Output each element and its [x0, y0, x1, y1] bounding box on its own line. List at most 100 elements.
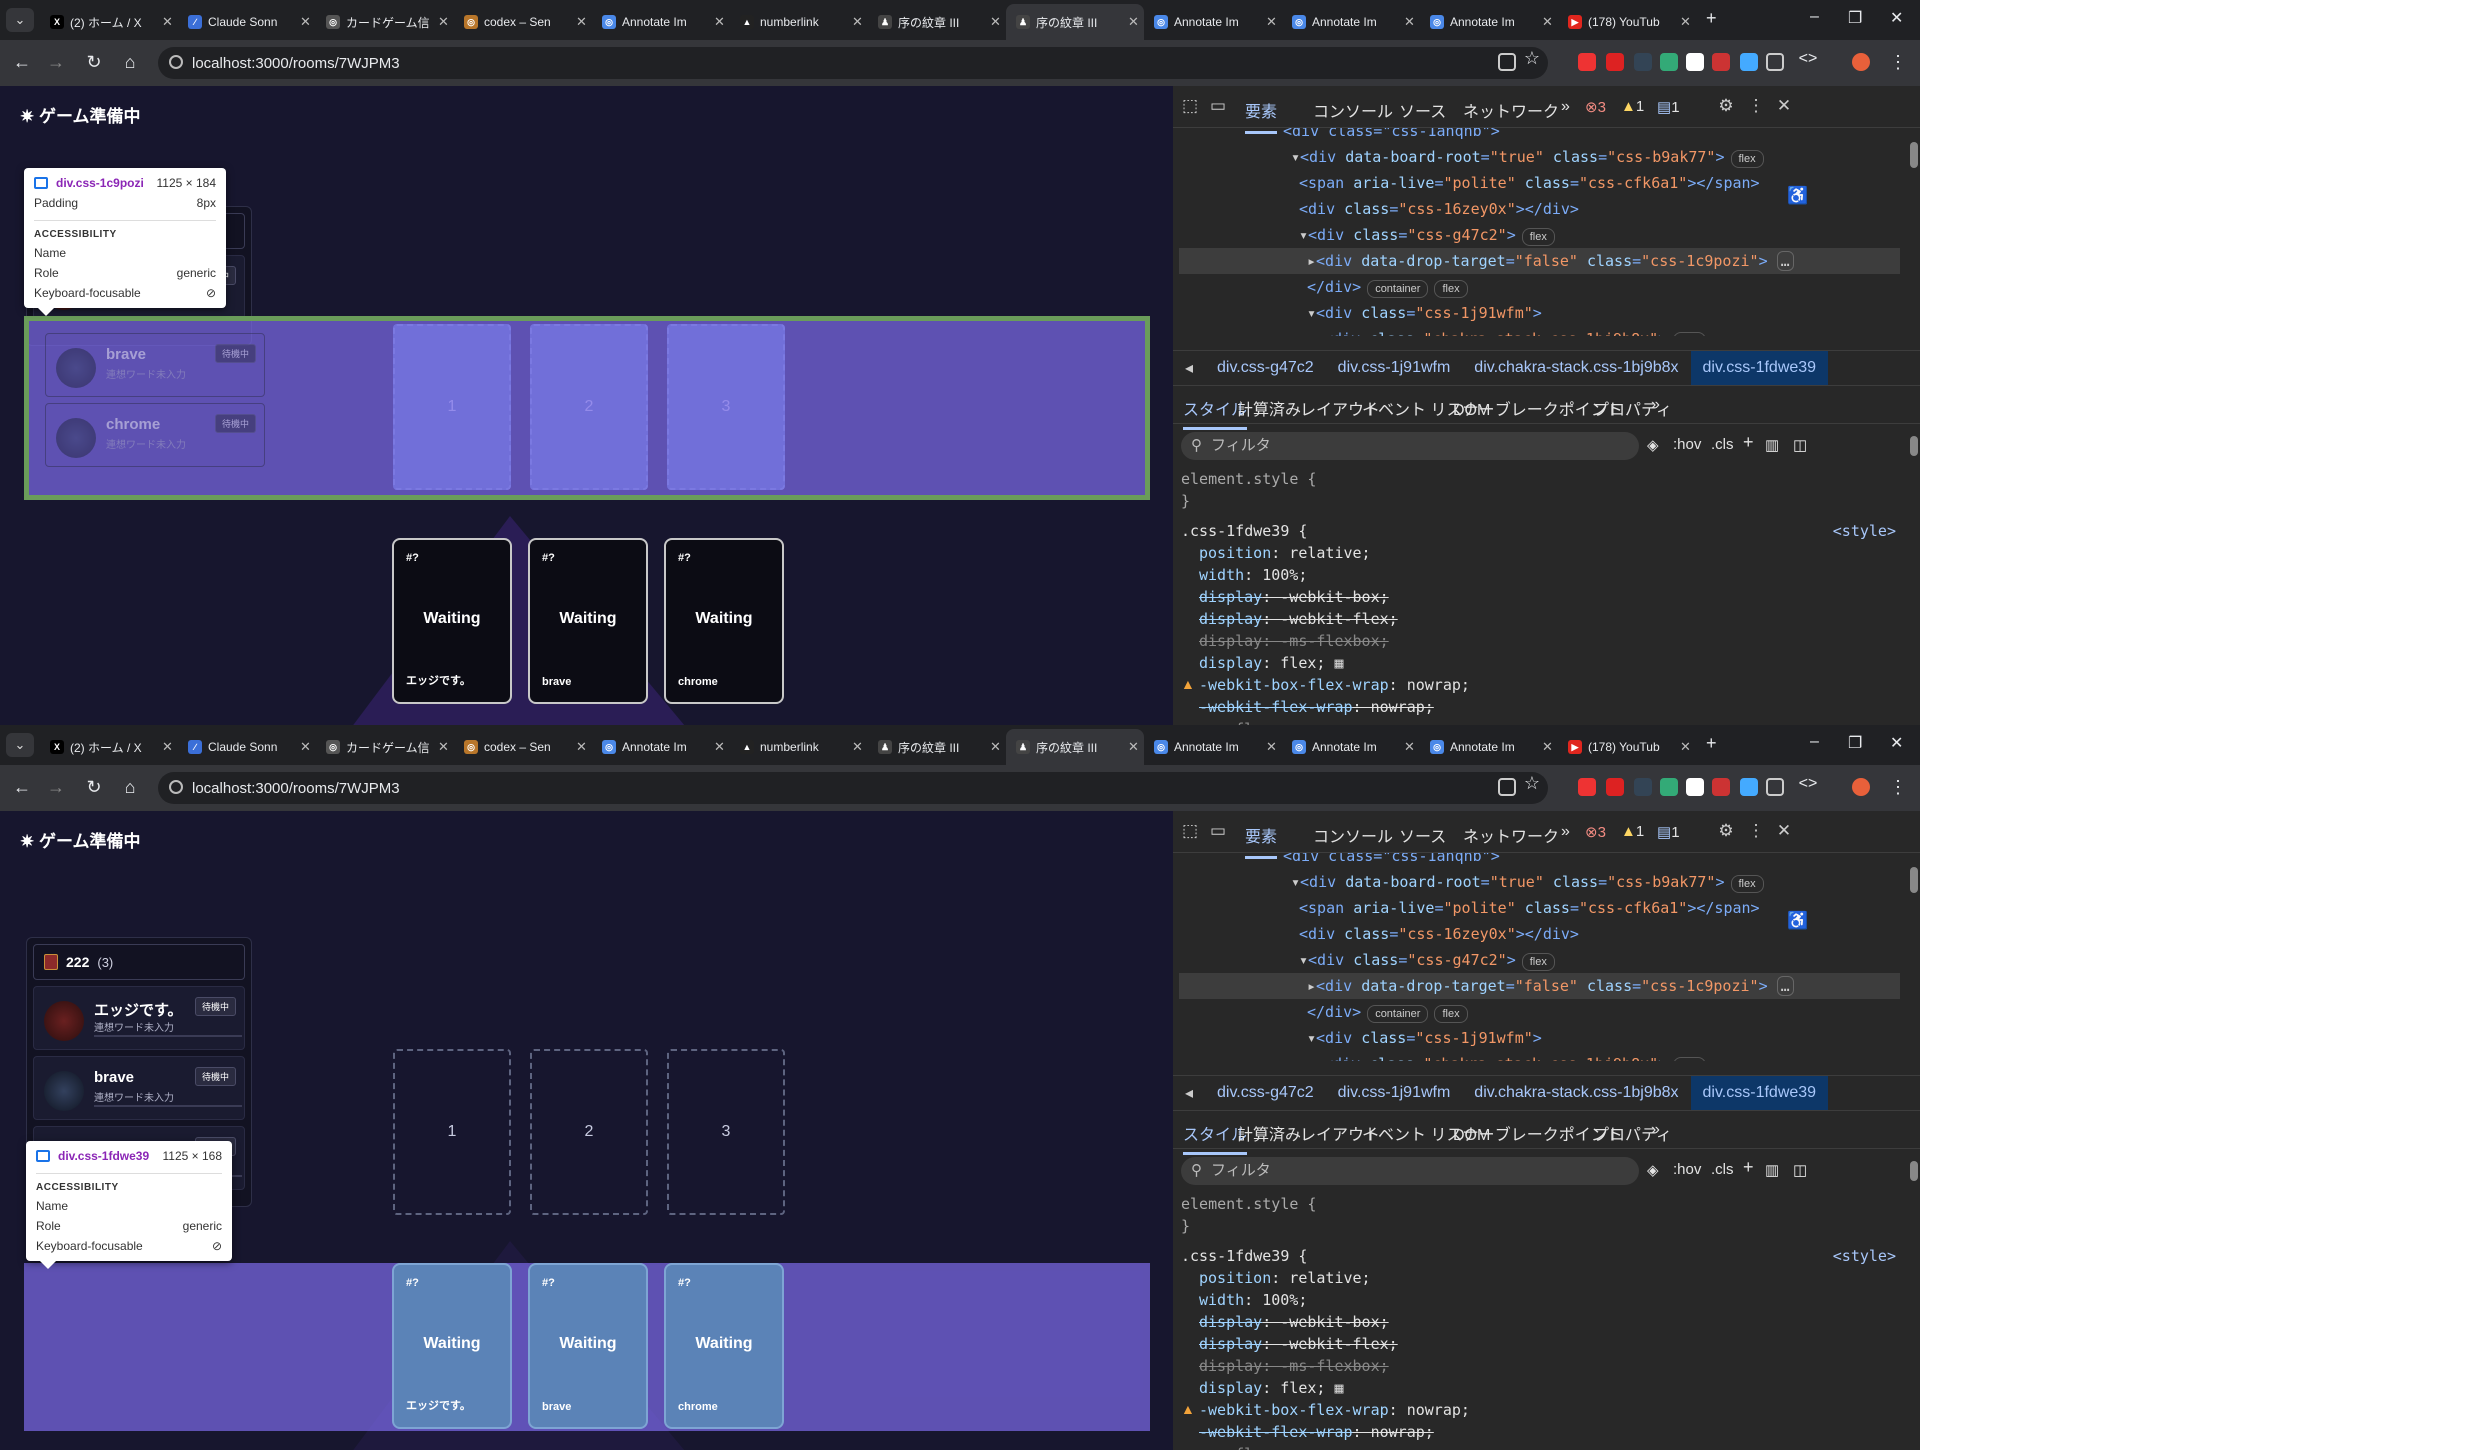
device-toolbar-icon[interactable]: ▭ [1207, 96, 1229, 116]
warning-icon[interactable]: ▲ [1181, 1401, 1195, 1417]
extension-icon[interactable] [1740, 778, 1758, 796]
tab-close-icon[interactable]: ✕ [990, 739, 1006, 755]
browser-tab[interactable]: X (2) ホーム / X ✕ [40, 4, 178, 40]
device-toolbar-icon[interactable]: ▭ [1207, 821, 1229, 841]
player-card[interactable]: #? Waiting brave [528, 538, 648, 704]
css-property[interactable]: display: -webkit-flex; [1199, 1335, 1398, 1353]
dom-node-line[interactable]: ▾<div class="css-1j91wfm"> [1307, 300, 1542, 326]
dom-node-line[interactable]: <div class="css-16zey0x"></div> [1299, 196, 1579, 222]
dom-node-line[interactable]: <span aria-live="polite" class="css-cfk6… [1299, 170, 1760, 196]
restore-button[interactable]: ❐ [1848, 8, 1862, 28]
browser-tab[interactable]: ♟ 序の紋章 III ✕ [868, 729, 1006, 765]
breadcrumb-item[interactable]: div.css-g47c2 [1205, 359, 1326, 377]
player-card[interactable]: #? Waiting brave [528, 1263, 648, 1429]
extensions-puzzle-icon[interactable] [1766, 778, 1784, 796]
bookmark-star-icon[interactable]: ☆ [1520, 773, 1544, 794]
css-property[interactable]: position: relative; [1199, 1269, 1371, 1287]
layers-icon[interactable]: ◈ [1647, 436, 1659, 454]
dom-scrollbar[interactable] [1910, 867, 1918, 893]
tab-close-icon[interactable]: ✕ [1266, 14, 1282, 30]
css-property[interactable]: display: -webkit-box; [1199, 588, 1389, 606]
warning-icon[interactable]: ▲ [1181, 676, 1195, 692]
warning-count[interactable]: ▲1 [1621, 98, 1644, 115]
new-tab-button[interactable]: + [1706, 8, 1717, 29]
tab-search-button[interactable]: ⌄ [6, 8, 34, 32]
tab-close-icon[interactable]: ✕ [162, 14, 178, 30]
close-window-button[interactable]: ✕ [1890, 8, 1903, 28]
extension-icon[interactable] [1606, 778, 1624, 796]
tab-close-icon[interactable]: ✕ [438, 739, 454, 755]
rule-selector[interactable]: .css-1fdwe39 { [1181, 522, 1307, 540]
breadcrumb-item-selected[interactable]: div.css-1fdwe39 [1690, 1076, 1829, 1110]
browser-tab[interactable]: ◎ Annotate Im ✕ [592, 4, 730, 40]
more-options-icon[interactable]: ⋮ [1745, 96, 1767, 116]
extension-icon[interactable] [1578, 778, 1596, 796]
tab-close-icon[interactable]: ✕ [576, 739, 592, 755]
breadcrumb-item[interactable]: div.chakra-stack.css-1bj9b8x [1462, 1084, 1690, 1102]
tab-sources[interactable]: ソース [1399, 823, 1446, 847]
tab-network[interactable]: ネットワーク [1463, 823, 1559, 847]
style-filter-input[interactable]: ⚲ フィルタ [1181, 1157, 1639, 1185]
warning-count[interactable]: ▲1 [1621, 823, 1644, 840]
close-devtools-icon[interactable]: ✕ [1773, 821, 1795, 841]
css-property[interactable]: position: relative; [1199, 544, 1371, 562]
minimize-button[interactable]: – [1810, 8, 1819, 26]
css-property[interactable]: display: flex; ▦ [1199, 1379, 1344, 1397]
extension-icon[interactable] [1660, 778, 1678, 796]
css-property[interactable]: -webkit-flex-wrap: nowrap; [1199, 698, 1434, 716]
profile-avatar[interactable] [1852, 53, 1870, 71]
breadcrumb-item-selected[interactable]: div.css-1fdwe39 [1690, 351, 1829, 385]
browser-tab[interactable]: ♟ 序の紋章 III ✕ [1006, 4, 1144, 40]
css-property[interactable]: -webkit-box-flex-wrap: nowrap; [1199, 1401, 1470, 1419]
browser-tab[interactable]: ♟ 序の紋章 III ✕ [868, 4, 1006, 40]
browser-tab[interactable]: X (2) ホーム / X ✕ [40, 729, 178, 765]
tab-close-icon[interactable]: ✕ [300, 739, 316, 755]
dom-node-line[interactable]: ▾<div class="css-1j91wfm"> [1307, 1025, 1542, 1051]
extension-icon[interactable] [1686, 53, 1704, 71]
computed-sidebar-icon[interactable]: ▥ [1765, 436, 1779, 454]
more-tabs-icon[interactable]: » [1561, 98, 1570, 116]
minimize-button[interactable]: – [1810, 733, 1819, 751]
extension-icon[interactable] [1660, 53, 1678, 71]
extension-icon[interactable] [1740, 53, 1758, 71]
layers-icon[interactable]: ◈ [1647, 1161, 1659, 1179]
tab-close-icon[interactable]: ✕ [1542, 14, 1558, 30]
extension-icon[interactable] [1712, 53, 1730, 71]
player-card[interactable]: #? Waiting エッジです。 [392, 1263, 512, 1429]
css-property[interactable]: display: -ms-flexbox; [1199, 1357, 1389, 1375]
more-style-tabs-icon[interactable]: » [1651, 396, 1660, 414]
dom-node-line[interactable]: ▾<div data-board-root="true" class="css-… [1291, 144, 1764, 170]
dom-node-line[interactable]: <div class="css-16zey0x"></div> [1299, 921, 1579, 947]
browser-tab[interactable]: ◎ Annotate Im ✕ [1282, 729, 1420, 765]
tab-search-button[interactable]: ⌄ [6, 733, 34, 757]
tab-computed[interactable]: 計算済み [1237, 396, 1301, 420]
dom-node-line[interactable]: ▾<div class="chakra-stack css-1bj9b8x">f… [1315, 1051, 1707, 1061]
browser-tab[interactable]: ◎ Annotate Im ✕ [1144, 4, 1282, 40]
inspect-element-icon[interactable]: ⬚ [1179, 96, 1201, 116]
more-options-icon[interactable]: ⋮ [1745, 821, 1767, 841]
breadcrumb-item[interactable]: div.css-1j91wfm [1326, 359, 1463, 377]
new-tab-button[interactable]: + [1706, 733, 1717, 754]
tab-close-icon[interactable]: ✕ [162, 739, 178, 755]
extension-icon[interactable] [1578, 53, 1596, 71]
element-style-rule[interactable]: element.style { [1181, 470, 1316, 488]
menu-icon[interactable]: ⋮ [1886, 52, 1910, 73]
player-card[interactable]: #? Waiting chrome [664, 538, 784, 704]
tab-elements[interactable]: 要素 [1245, 823, 1278, 859]
new-style-rule-icon[interactable]: + [1743, 1157, 1754, 1178]
tab-close-icon[interactable]: ✕ [852, 739, 868, 755]
address-bar[interactable]: localhost:3000/rooms/7WJPM3 [158, 772, 1548, 804]
player-card[interactable]: #? Waiting chrome [664, 1263, 784, 1429]
tab-close-icon[interactable]: ✕ [1542, 739, 1558, 755]
extension-icon[interactable] [1634, 53, 1652, 71]
breadcrumb-scroll-left[interactable]: ◂ [1173, 1083, 1205, 1103]
browser-tab[interactable]: ◎ Annotate Im ✕ [1420, 729, 1558, 765]
tab-close-icon[interactable]: ✕ [1128, 739, 1144, 755]
css-property[interactable]: display: -ms-flexbox; [1199, 632, 1389, 650]
tab-close-icon[interactable]: ✕ [576, 14, 592, 30]
css-property[interactable]: display: flex; ▦ [1199, 654, 1344, 672]
devtools-toggle-icon[interactable]: <> [1796, 50, 1820, 68]
cls-toggle[interactable]: .cls [1711, 1161, 1734, 1178]
settings-gear-icon[interactable]: ⚙ [1715, 96, 1737, 116]
dom-node-line[interactable]: ▾<div class="css-g47c2"> flex [1299, 947, 1555, 973]
